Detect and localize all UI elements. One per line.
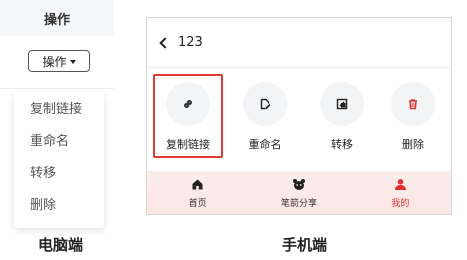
column-header: 操作 (0, 0, 114, 36)
bottom-tab-bar: 首页 笔箭分享 我的 (147, 171, 451, 214)
action-transfer[interactable]: 转移 (306, 74, 378, 174)
table-row: 操作 (0, 36, 114, 89)
mobile-caption: 手机端 (282, 236, 328, 254)
action-label-transfer: 转移 (331, 138, 353, 151)
tab-share[interactable]: 笔箭分享 (248, 171, 349, 214)
action-rename[interactable]: 重命名 (229, 74, 301, 174)
menu-item-delete[interactable]: 删除 (14, 190, 104, 222)
actions-dropdown-label: 操作 (42, 54, 67, 69)
menu-item-rename[interactable]: 重命名 (14, 126, 104, 158)
transfer-icon (336, 98, 348, 110)
mobile-header: 123 (147, 18, 451, 68)
mobile-header-title: 123 (178, 35, 203, 50)
action-delete[interactable]: 删除 (377, 74, 449, 174)
mobile-frame: 123 复制链接 重命名 转移 删除 首页 笔箭分享 我的 (146, 17, 452, 215)
menu-item-transfer[interactable]: 转移 (14, 158, 104, 190)
home-icon (192, 179, 203, 190)
action-sheet: 复制链接 重命名 转移 删除 (147, 74, 451, 174)
caret-down-icon (69, 59, 76, 64)
comparison-canvas: 操作 操作 复制链接 重命名 转移 删除 电脑端 123 复制链接 重命名 转移… (0, 0, 467, 260)
share-icon (292, 179, 305, 190)
tab-label-home: 首页 (188, 198, 207, 209)
desktop-panel: 操作 操作 复制链接 重命名 转移 删除 电脑端 (0, 0, 114, 260)
user-icon (394, 179, 406, 190)
menu-item-copy-link[interactable]: 复制链接 (14, 94, 104, 126)
actions-dropdown-menu: 复制链接 重命名 转移 删除 (14, 92, 104, 228)
trash-icon (409, 99, 417, 110)
tab-label-share: 笔箭分享 (280, 198, 317, 209)
trash-icon-circle (391, 82, 435, 126)
tab-home[interactable]: 首页 (147, 171, 248, 214)
tab-mine[interactable]: 我的 (350, 171, 451, 214)
link-icon-circle (166, 82, 210, 126)
rename-icon-circle (243, 82, 287, 126)
action-label-rename: 重命名 (248, 138, 282, 151)
transfer-icon-circle (320, 82, 364, 126)
tab-label-mine: 我的 (391, 198, 410, 209)
back-icon[interactable] (159, 36, 171, 49)
actions-dropdown-button[interactable]: 操作 (28, 50, 90, 72)
link-icon (184, 100, 192, 108)
action-copy-link[interactable]: 复制链接 (152, 74, 224, 174)
action-label-copy-link: 复制链接 (166, 138, 210, 151)
rename-icon (260, 98, 271, 110)
desktop-caption: 电脑端 (38, 236, 84, 254)
action-label-delete: 删除 (402, 138, 424, 151)
